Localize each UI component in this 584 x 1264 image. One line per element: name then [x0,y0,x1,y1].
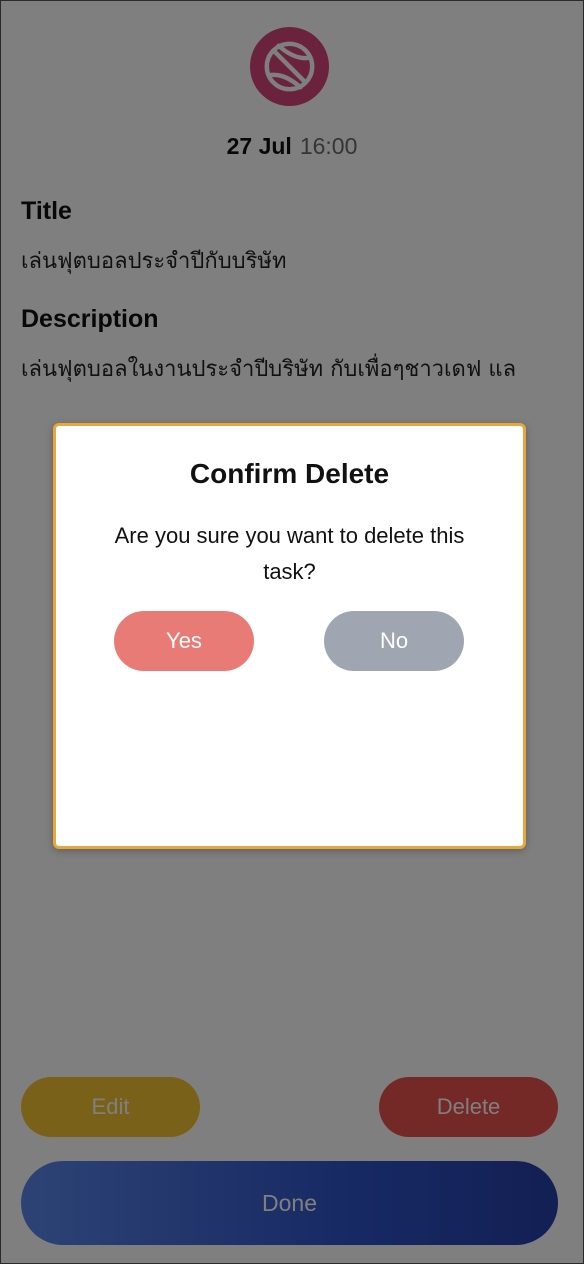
dialog-title: Confirm Delete [189,458,390,489]
confirm-delete-dialog: Confirm Delete Are you sure you want to … [53,423,526,849]
confirm-no-button[interactable]: No [324,611,464,671]
dialog-message: Are you sure you want to delete this tas… [114,523,465,584]
confirm-yes-button[interactable]: Yes [114,611,254,671]
